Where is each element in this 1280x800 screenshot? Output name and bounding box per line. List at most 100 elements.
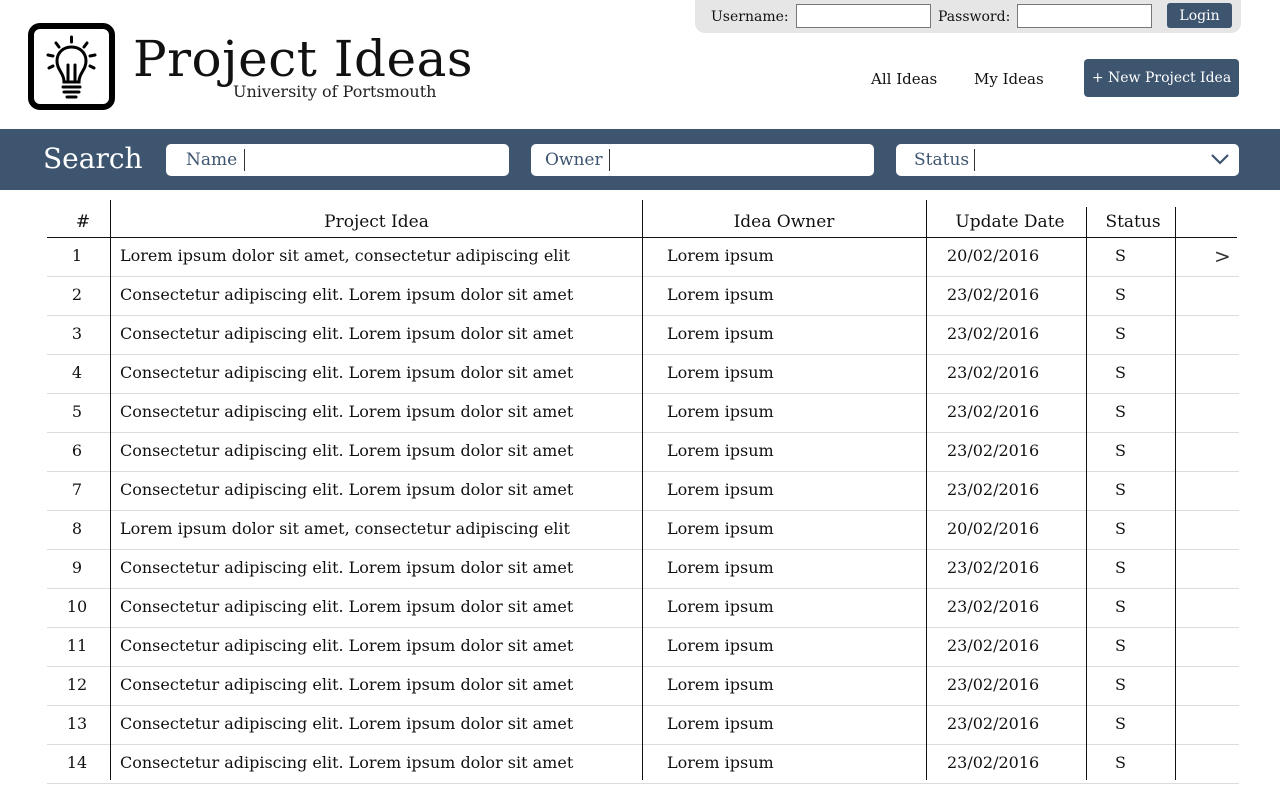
column-header-idea-owner[interactable]: Idea Owner [642, 212, 926, 232]
row-project-idea[interactable]: Consectetur adipiscing elit. Lorem ipsum… [120, 441, 573, 460]
row-open-arrow[interactable]: > [1214, 244, 1231, 268]
table-row[interactable]: 10 Consectetur adipiscing elit. Lorem ips… [47, 589, 1239, 628]
row-project-idea[interactable]: Consectetur adipiscing elit. Lorem ipsum… [120, 285, 573, 304]
row-status: S [1115, 402, 1126, 421]
row-project-idea[interactable]: Consectetur adipiscing elit. Lorem ipsum… [120, 636, 573, 655]
table-row[interactable]: 4 Consectetur adipiscing elit. Lorem ipsu… [47, 355, 1239, 394]
table-row[interactable]: 12 Consectetur adipiscing elit. Lorem ips… [47, 667, 1239, 706]
row-idea-owner: Lorem ipsum [667, 285, 774, 304]
row-idea-owner: Lorem ipsum [667, 363, 774, 382]
username-label: Username: [711, 9, 789, 25]
nav-my-ideas[interactable]: My Ideas [974, 70, 1044, 88]
row-project-idea[interactable]: Consectetur adipiscing elit. Lorem ipsum… [120, 363, 573, 382]
row-idea-owner: Lorem ipsum [667, 246, 774, 265]
table-row[interactable]: 14 Consectetur adipiscing elit. Lorem ips… [47, 745, 1239, 784]
new-project-idea-button[interactable]: + New Project Idea [1084, 59, 1239, 97]
row-number: 9 [71, 558, 83, 577]
row-status: S [1115, 441, 1126, 460]
table-row[interactable]: 7 Consectetur adipiscing elit. Lorem ipsu… [47, 472, 1239, 511]
row-number: 6 [71, 441, 83, 460]
row-idea-owner: Lorem ipsum [667, 480, 774, 499]
table-row[interactable]: 11 Consectetur adipiscing elit. Lorem ips… [47, 628, 1239, 667]
table-row[interactable]: 1 Lorem ipsum dolor sit amet, consectetur… [47, 238, 1239, 277]
lightbulb-icon [46, 35, 97, 99]
column-divider [110, 200, 111, 780]
row-project-idea[interactable]: Consectetur adipiscing elit. Lorem ipsum… [120, 714, 573, 733]
table-row[interactable]: 3 Consectetur adipiscing elit. Lorem ipsu… [47, 316, 1239, 355]
row-update-date: 23/02/2016 [947, 558, 1040, 577]
search-owner-input[interactable]: Owner [531, 144, 874, 176]
row-idea-owner: Lorem ipsum [667, 519, 774, 538]
column-header-status[interactable]: Status [1086, 212, 1180, 232]
table-row[interactable]: 8 Lorem ipsum dolor sit amet, consectetur… [47, 511, 1239, 550]
row-project-idea[interactable]: Consectetur adipiscing elit. Lorem ipsum… [120, 558, 573, 577]
logo [28, 23, 115, 110]
row-idea-owner: Lorem ipsum [667, 675, 774, 694]
row-idea-owner: Lorem ipsum [667, 636, 774, 655]
row-update-date: 23/02/2016 [947, 675, 1040, 694]
row-status: S [1115, 246, 1126, 265]
text-caret [244, 149, 245, 171]
row-project-idea[interactable]: Consectetur adipiscing elit. Lorem ipsum… [120, 753, 573, 772]
row-status: S [1115, 324, 1126, 343]
row-update-date: 23/02/2016 [947, 753, 1040, 772]
login-button[interactable]: Login [1167, 3, 1232, 28]
table-row[interactable]: 6 Consectetur adipiscing elit. Lorem ipsu… [47, 433, 1239, 472]
row-project-idea[interactable]: Consectetur adipiscing elit. Lorem ipsum… [120, 402, 573, 421]
row-update-date: 23/02/2016 [947, 441, 1040, 460]
chevron-down-icon[interactable] [1211, 153, 1229, 165]
row-project-idea[interactable]: Consectetur adipiscing elit. Lorem ipsum… [120, 480, 573, 499]
column-divider [926, 200, 927, 780]
row-project-idea[interactable]: Lorem ipsum dolor sit amet, consectetur … [120, 519, 570, 538]
row-idea-owner: Lorem ipsum [667, 441, 774, 460]
row-update-date: 23/02/2016 [947, 324, 1040, 343]
row-number: 7 [71, 480, 83, 499]
row-update-date: 20/02/2016 [947, 519, 1040, 538]
table-row[interactable]: 2 Consectetur adipiscing elit. Lorem ipsu… [47, 277, 1239, 316]
column-divider [1086, 207, 1087, 780]
row-number: 11 [66, 636, 88, 655]
row-update-date: 23/02/2016 [947, 285, 1040, 304]
search-status-select[interactable]: Status [896, 144, 1239, 176]
row-number: 8 [71, 519, 83, 538]
row-status: S [1115, 480, 1126, 499]
row-idea-owner: Lorem ipsum [667, 558, 774, 577]
row-number: 2 [71, 285, 83, 304]
column-header-update-date[interactable]: Update Date [926, 212, 1094, 232]
row-idea-owner: Lorem ipsum [667, 714, 774, 733]
table-row[interactable]: 9 Consectetur adipiscing elit. Lorem ipsu… [47, 550, 1239, 589]
row-number: 1 [71, 246, 83, 265]
table-row[interactable]: 13 Consectetur adipiscing elit. Lorem ips… [47, 706, 1239, 745]
search-name-placeholder: Name [186, 150, 238, 170]
password-input[interactable] [1017, 4, 1152, 28]
row-project-idea[interactable]: Consectetur adipiscing elit. Lorem ipsum… [120, 675, 573, 694]
column-divider [1175, 207, 1176, 780]
username-input[interactable] [796, 4, 931, 28]
row-update-date: 23/02/2016 [947, 636, 1040, 655]
row-update-date: 23/02/2016 [947, 402, 1040, 421]
password-label: Password: [938, 9, 1011, 25]
search-name-input[interactable]: Name [166, 144, 509, 176]
search-status-placeholder: Status [914, 150, 970, 170]
nav-all-ideas[interactable]: All Ideas [871, 70, 937, 88]
column-header-project-idea[interactable]: Project Idea [111, 212, 642, 232]
row-update-date: 23/02/2016 [947, 363, 1040, 382]
row-number: 13 [66, 714, 88, 733]
row-project-idea[interactable]: Lorem ipsum dolor sit amet, consectetur … [120, 246, 570, 265]
row-idea-owner: Lorem ipsum [667, 402, 774, 421]
row-number: 5 [71, 402, 83, 421]
row-idea-owner: Lorem ipsum [667, 324, 774, 343]
table-row[interactable]: 5 Consectetur adipiscing elit. Lorem ipsu… [47, 394, 1239, 433]
row-update-date: 20/02/2016 [947, 246, 1040, 265]
text-caret [974, 149, 975, 171]
row-number: 14 [66, 753, 88, 772]
column-divider [642, 200, 643, 780]
row-project-idea[interactable]: Consectetur adipiscing elit. Lorem ipsum… [120, 324, 573, 343]
row-project-idea[interactable]: Consectetur adipiscing elit. Lorem ipsum… [120, 597, 573, 616]
login-panel: Username: Password: Login [695, 0, 1241, 33]
row-status: S [1115, 285, 1126, 304]
row-status: S [1115, 636, 1126, 655]
row-update-date: 23/02/2016 [947, 714, 1040, 733]
row-update-date: 23/02/2016 [947, 480, 1040, 499]
row-status: S [1115, 363, 1126, 382]
